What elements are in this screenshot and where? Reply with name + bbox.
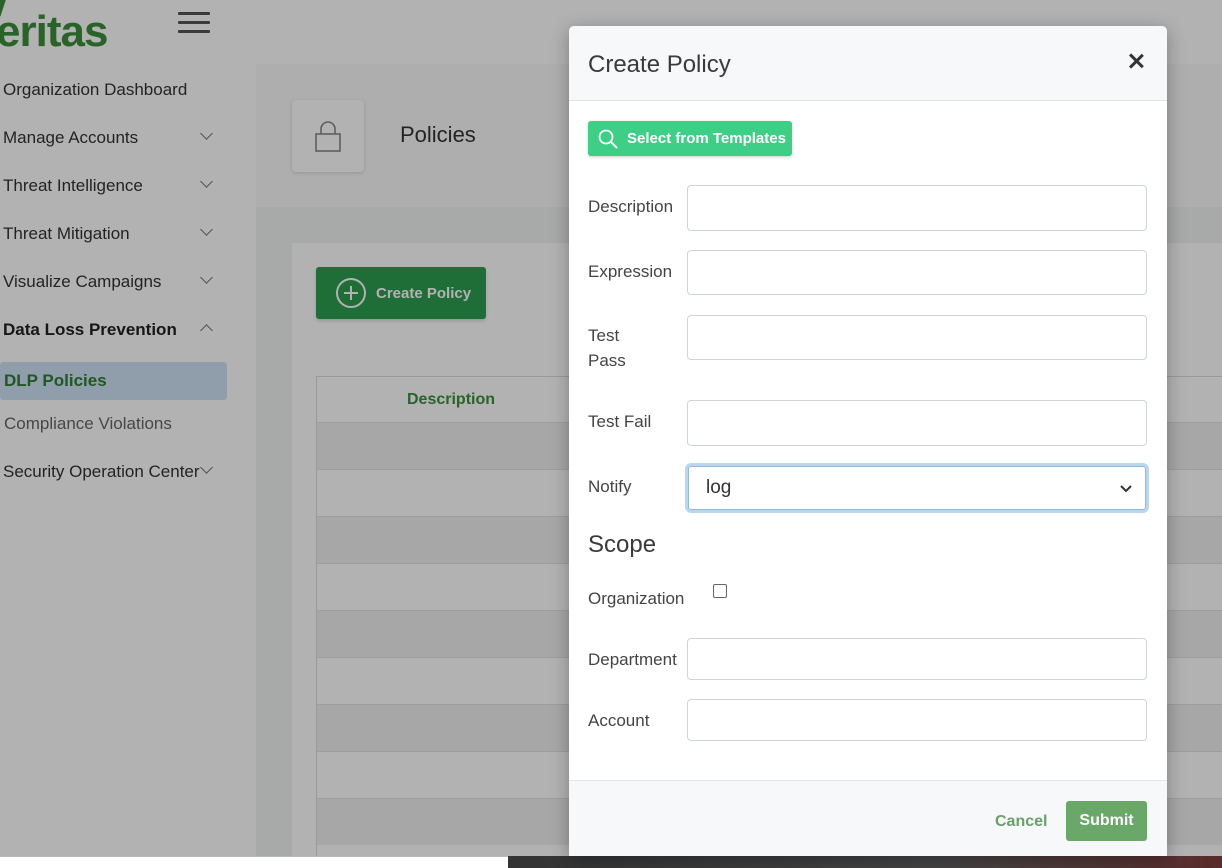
account-label: Account <box>588 711 650 730</box>
notify-label: Notify <box>588 477 632 496</box>
test-pass-label: Test Pass <box>588 323 626 373</box>
modal-title: Create Policy <box>588 51 731 78</box>
test-pass-label-line2: Pass <box>588 351 626 370</box>
notify-select[interactable]: log <box>685 463 1149 513</box>
organization-checkbox[interactable] <box>713 584 727 598</box>
chevron-down-icon <box>1118 480 1134 496</box>
test-pass-label-line1: Test <box>588 326 620 345</box>
cancel-button[interactable]: Cancel <box>995 813 1047 831</box>
test-fail-label: Test Fail <box>588 412 652 431</box>
scope-heading: Scope <box>588 531 657 558</box>
modal-footer: Cancel Submit <box>569 780 1167 856</box>
create-policy-modal: Create Policy Select from Templates Desc… <box>569 26 1167 856</box>
test-fail-field[interactable] <box>687 400 1147 446</box>
notify-select-value-box: log <box>688 466 1146 510</box>
bottom-strip <box>0 856 508 868</box>
select-from-templates-button[interactable]: Select from Templates <box>588 121 792 156</box>
close-icon[interactable] <box>1125 50 1147 72</box>
organization-label: Organization <box>588 589 685 608</box>
submit-button[interactable]: Submit <box>1066 801 1147 841</box>
account-field[interactable] <box>687 699 1147 741</box>
department-field[interactable] <box>687 638 1147 680</box>
bottom-taskbar-strip <box>508 856 1222 868</box>
test-pass-field[interactable] <box>687 315 1147 360</box>
select-from-templates-label: Select from Templates <box>627 130 786 147</box>
notify-selected-value: log <box>706 477 732 498</box>
modal-header: Create Policy <box>569 26 1167 101</box>
description-label: Description <box>588 197 674 216</box>
department-label: Department <box>588 650 677 669</box>
search-icon <box>598 129 618 149</box>
expression-label: Expression <box>588 262 673 281</box>
expression-field[interactable] <box>687 250 1147 295</box>
description-field[interactable] <box>687 185 1147 231</box>
